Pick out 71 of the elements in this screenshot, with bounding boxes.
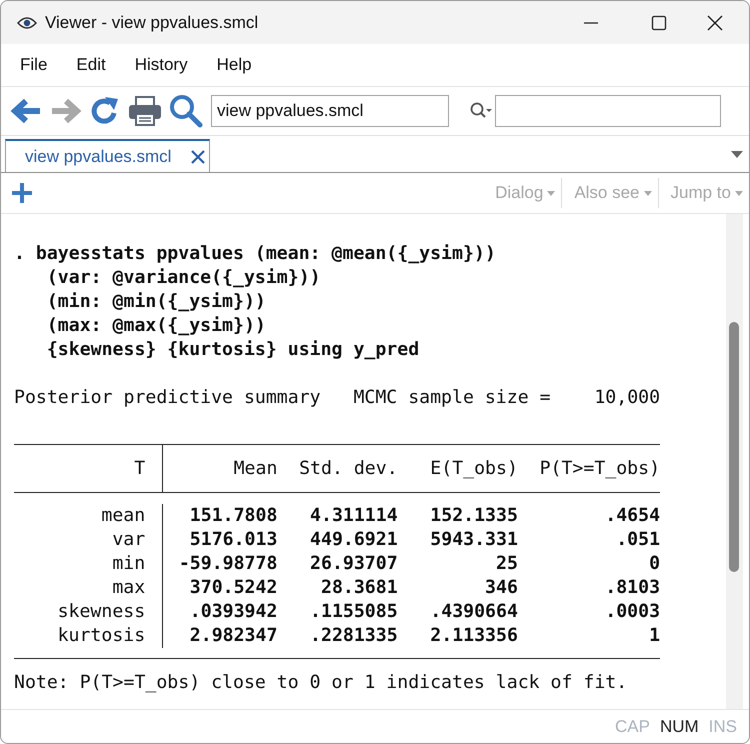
command-line: {skewness} {kurtosis} using y_pred	[46, 338, 420, 362]
row-label: max	[111, 576, 146, 600]
search-button[interactable]	[169, 94, 203, 128]
table-cell: 370.5242	[162, 576, 278, 600]
table-cell-text: .4654	[604, 504, 660, 528]
dropdown-icon[interactable]	[731, 150, 743, 158]
table-cell-text: 26.93707	[309, 552, 398, 576]
table-cell-text: 0	[648, 552, 660, 576]
column-header: P(T>=T_obs)	[538, 456, 660, 480]
status-indicator: INS	[708, 716, 737, 736]
table-cell-text: .051	[615, 528, 660, 552]
command-line: . bayesstats ppvalues (mean: @mean({_ysim}))	[14, 242, 496, 266]
table-cell-text: .4390664	[429, 600, 518, 624]
minimize-icon	[584, 22, 598, 24]
row-label: mean	[100, 504, 146, 528]
summary-label: MCMC sample size =	[353, 386, 551, 410]
menu-item[interactable]: Help	[206, 55, 263, 75]
table-cell-text: 4.311114	[309, 504, 398, 528]
table-cell-text: 25	[495, 552, 518, 576]
forward-button[interactable]	[49, 97, 83, 125]
table-cell-text: 1	[648, 624, 660, 648]
column-header: E(T_obs)	[429, 456, 518, 480]
row-label: var	[111, 528, 146, 552]
add-button[interactable]	[11, 182, 33, 204]
back-button[interactable]	[9, 97, 43, 125]
window-title: Viewer - view ppvalues.smcl	[45, 12, 258, 32]
table-cell-text: 346	[484, 576, 518, 600]
command-line: (max: @max({_ysim}))	[46, 314, 266, 338]
scrollbar-thumb[interactable]	[729, 322, 739, 572]
note-text: Note: P(T>=T_obs) close to 0 or 1 indicates lack of fit.	[14, 671, 628, 695]
scrollbar[interactable]	[726, 214, 743, 709]
table-cell-text: 449.6921	[309, 528, 398, 552]
row-label: kurtosis	[56, 624, 146, 648]
print-button[interactable]	[127, 95, 163, 127]
menu-item[interactable]: File	[9, 55, 58, 75]
command-line: (var: @variance({_ysim}))	[46, 266, 321, 290]
summary-title: Posterior predictive summary	[14, 386, 321, 410]
table-cell: 2.982347	[162, 624, 278, 648]
tab[interactable]: view ppvalues.smcl	[5, 139, 210, 172]
summary-value: 10,000	[594, 386, 660, 410]
table-cell-text: .0003	[604, 600, 660, 624]
row-label: min	[111, 552, 146, 576]
status-indicator: CAP	[614, 716, 650, 736]
column-header: T	[133, 456, 146, 480]
maximize-icon	[651, 14, 667, 30]
table-cell-text: 152.1335	[429, 504, 518, 528]
table-cell: 151.7808	[162, 504, 278, 528]
eye-icon	[17, 16, 37, 30]
address-field[interactable]: view ppvalues.smcl	[211, 95, 449, 127]
close-icon[interactable]	[191, 150, 206, 164]
table-cell-text: .1155085	[309, 600, 398, 624]
column-header: Mean	[162, 445, 278, 492]
table-cell-text: .2281335	[309, 624, 398, 648]
table-cell-text: 2.113356	[429, 624, 518, 648]
command-line: (min: @min({_ysim}))	[46, 290, 266, 314]
table-cell-text: .8103	[604, 576, 660, 600]
table-cell: 5176.013	[162, 528, 278, 552]
caret-icon	[735, 190, 743, 196]
column-header: Std. dev.	[298, 456, 398, 480]
table-cell-text: 28.3681	[320, 576, 398, 600]
caret-icon	[644, 190, 652, 196]
table-cell: .0393942	[162, 600, 278, 624]
status-indicator: NUM	[660, 716, 699, 736]
menu-item[interactable]: History	[124, 55, 199, 75]
row-label: skewness	[56, 600, 146, 624]
find-field[interactable]	[495, 95, 721, 127]
table-cell-text: 5943.331	[429, 528, 518, 552]
menu-item[interactable]: Edit	[65, 55, 117, 75]
close-icon	[707, 14, 723, 30]
caret-icon	[547, 190, 556, 196]
table-cell: -59.98778	[162, 552, 278, 576]
